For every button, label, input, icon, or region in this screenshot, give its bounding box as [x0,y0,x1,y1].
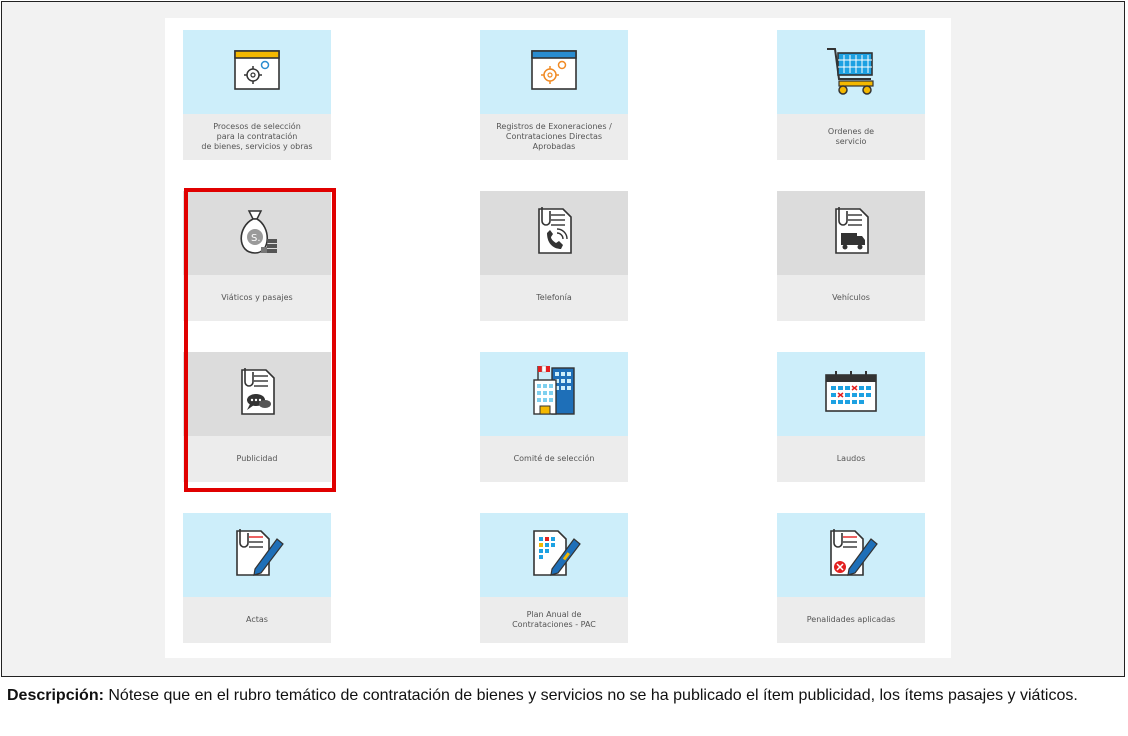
tile-label: Vehículos [832,293,870,302]
tile-laudos[interactable]: Laudos [777,352,925,482]
tile-label: Laudos [836,454,866,463]
tile-label: Registros de Exoneraciones / Contratacio… [496,122,612,151]
tile-telefonia[interactable]: Telefonía [480,191,628,321]
tile-image [777,352,925,436]
highlight-box [184,188,336,492]
document-pen-icon [227,525,287,586]
tile-plan-anual-pac[interactable]: Plan Anual de Contrataciones - PAC [480,513,628,643]
shopping-cart-icon [821,43,881,102]
caption-prefix: Descripción: [7,687,104,704]
tile-comite-seleccion[interactable]: Comité de selección [480,352,628,482]
tile-penalidades-aplicadas[interactable]: Penalidades aplicadas [777,513,925,643]
tile-registros-exoneraciones[interactable]: Registros de Exoneraciones / Contratacio… [480,30,628,160]
document-truck-icon [826,203,876,264]
tile-image [777,30,925,114]
tile-image [480,513,628,597]
tile-label: Penalidades aplicadas [806,615,896,624]
tile-image [480,352,628,436]
document-grid-pen-icon [524,525,584,586]
caption-text: Nótese que en el rubro temático de contr… [103,687,1078,704]
description-caption: Descripción: Nótese que en el rubro temá… [1,676,1125,734]
tile-label: Plan Anual de Contrataciones - PAC [512,610,596,629]
tile-ordenes-servicio[interactable]: Ordenes de servicio [777,30,925,160]
building-icon [524,362,584,427]
tile-image [777,191,925,275]
tile-vehiculos[interactable]: Vehículos [777,191,925,321]
tile-label: Telefonía [536,293,572,302]
tile-image [183,30,331,114]
tile-image [480,191,628,275]
tile-image [777,513,925,597]
tile-label: Procesos de selección para la contrataci… [201,122,313,151]
tile-actas[interactable]: Actas [183,513,331,643]
tile-label: Actas [246,615,268,624]
tile-image [480,30,628,114]
calendar-icon [820,367,882,422]
document-phone-icon [529,203,579,264]
gear-window-icon [227,45,287,100]
tile-label: Ordenes de servicio [827,127,875,146]
tile-image [183,513,331,597]
tile-procesos-seleccion[interactable]: Procesos de selección para la contrataci… [183,30,331,160]
gear-window-icon [524,45,584,100]
tile-label: Comité de selección [513,454,595,463]
document-penalty-pen-icon [821,525,881,586]
